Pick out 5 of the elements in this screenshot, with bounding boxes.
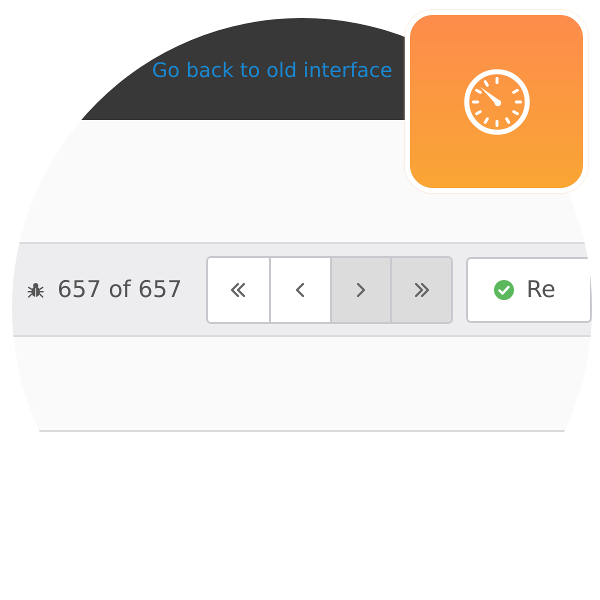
status-button[interactable]: Re bbox=[466, 256, 592, 322]
issue-count: 657 of 657 bbox=[57, 276, 182, 302]
check-icon bbox=[494, 280, 514, 300]
pagination-button[interactable] bbox=[208, 258, 269, 322]
pagination-button[interactable] bbox=[268, 258, 330, 322]
